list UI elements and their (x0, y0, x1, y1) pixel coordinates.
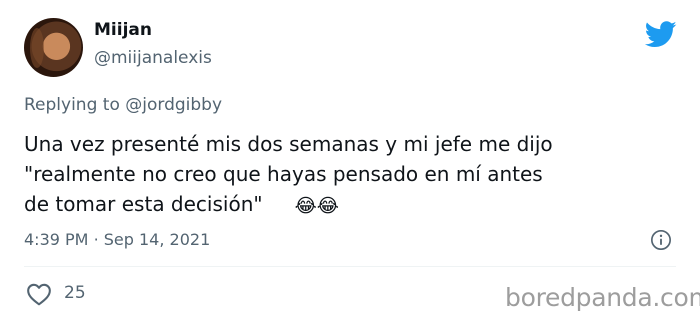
tweet-date: Sep 14, 2021 (103, 230, 211, 249)
info-icon[interactable] (650, 229, 672, 251)
heart-icon[interactable] (26, 282, 52, 306)
like-count: 25 (64, 283, 86, 303)
timestamp-separator: · (93, 230, 99, 249)
author-display-name[interactable]: Miijan (94, 20, 152, 40)
tweet-line-3: de tomar esta decisión" 😂😂 (24, 189, 664, 221)
replying-to-handle[interactable]: @jordgibby (125, 95, 222, 115)
tweet-line-1: Una vez presenté mis dos semanas y mi je… (24, 132, 553, 156)
watermark: boredpanda.com (505, 283, 700, 312)
replying-to: Replying to @jordgibby (24, 95, 222, 115)
author-handle[interactable]: @miijanalexis (94, 48, 212, 68)
tweet-timestamp[interactable]: 4:39 PM · Sep 14, 2021 (24, 230, 210, 249)
divider (24, 266, 676, 267)
avatar-hair (30, 28, 44, 68)
replying-to-prefix: Replying to (24, 95, 120, 115)
laughing-tears-emoji-icon: 😂😂 (294, 194, 339, 217)
tweet-line-3-text: de tomar esta decisión" (24, 192, 263, 216)
tweet-line-2: "realmente no creo que hayas pensado en … (24, 162, 543, 186)
tweet-text: Una vez presenté mis dos semanas y mi je… (24, 129, 664, 221)
avatar[interactable] (24, 18, 83, 77)
tweet-time: 4:39 PM (24, 230, 89, 249)
twitter-bird-icon[interactable] (645, 21, 677, 48)
